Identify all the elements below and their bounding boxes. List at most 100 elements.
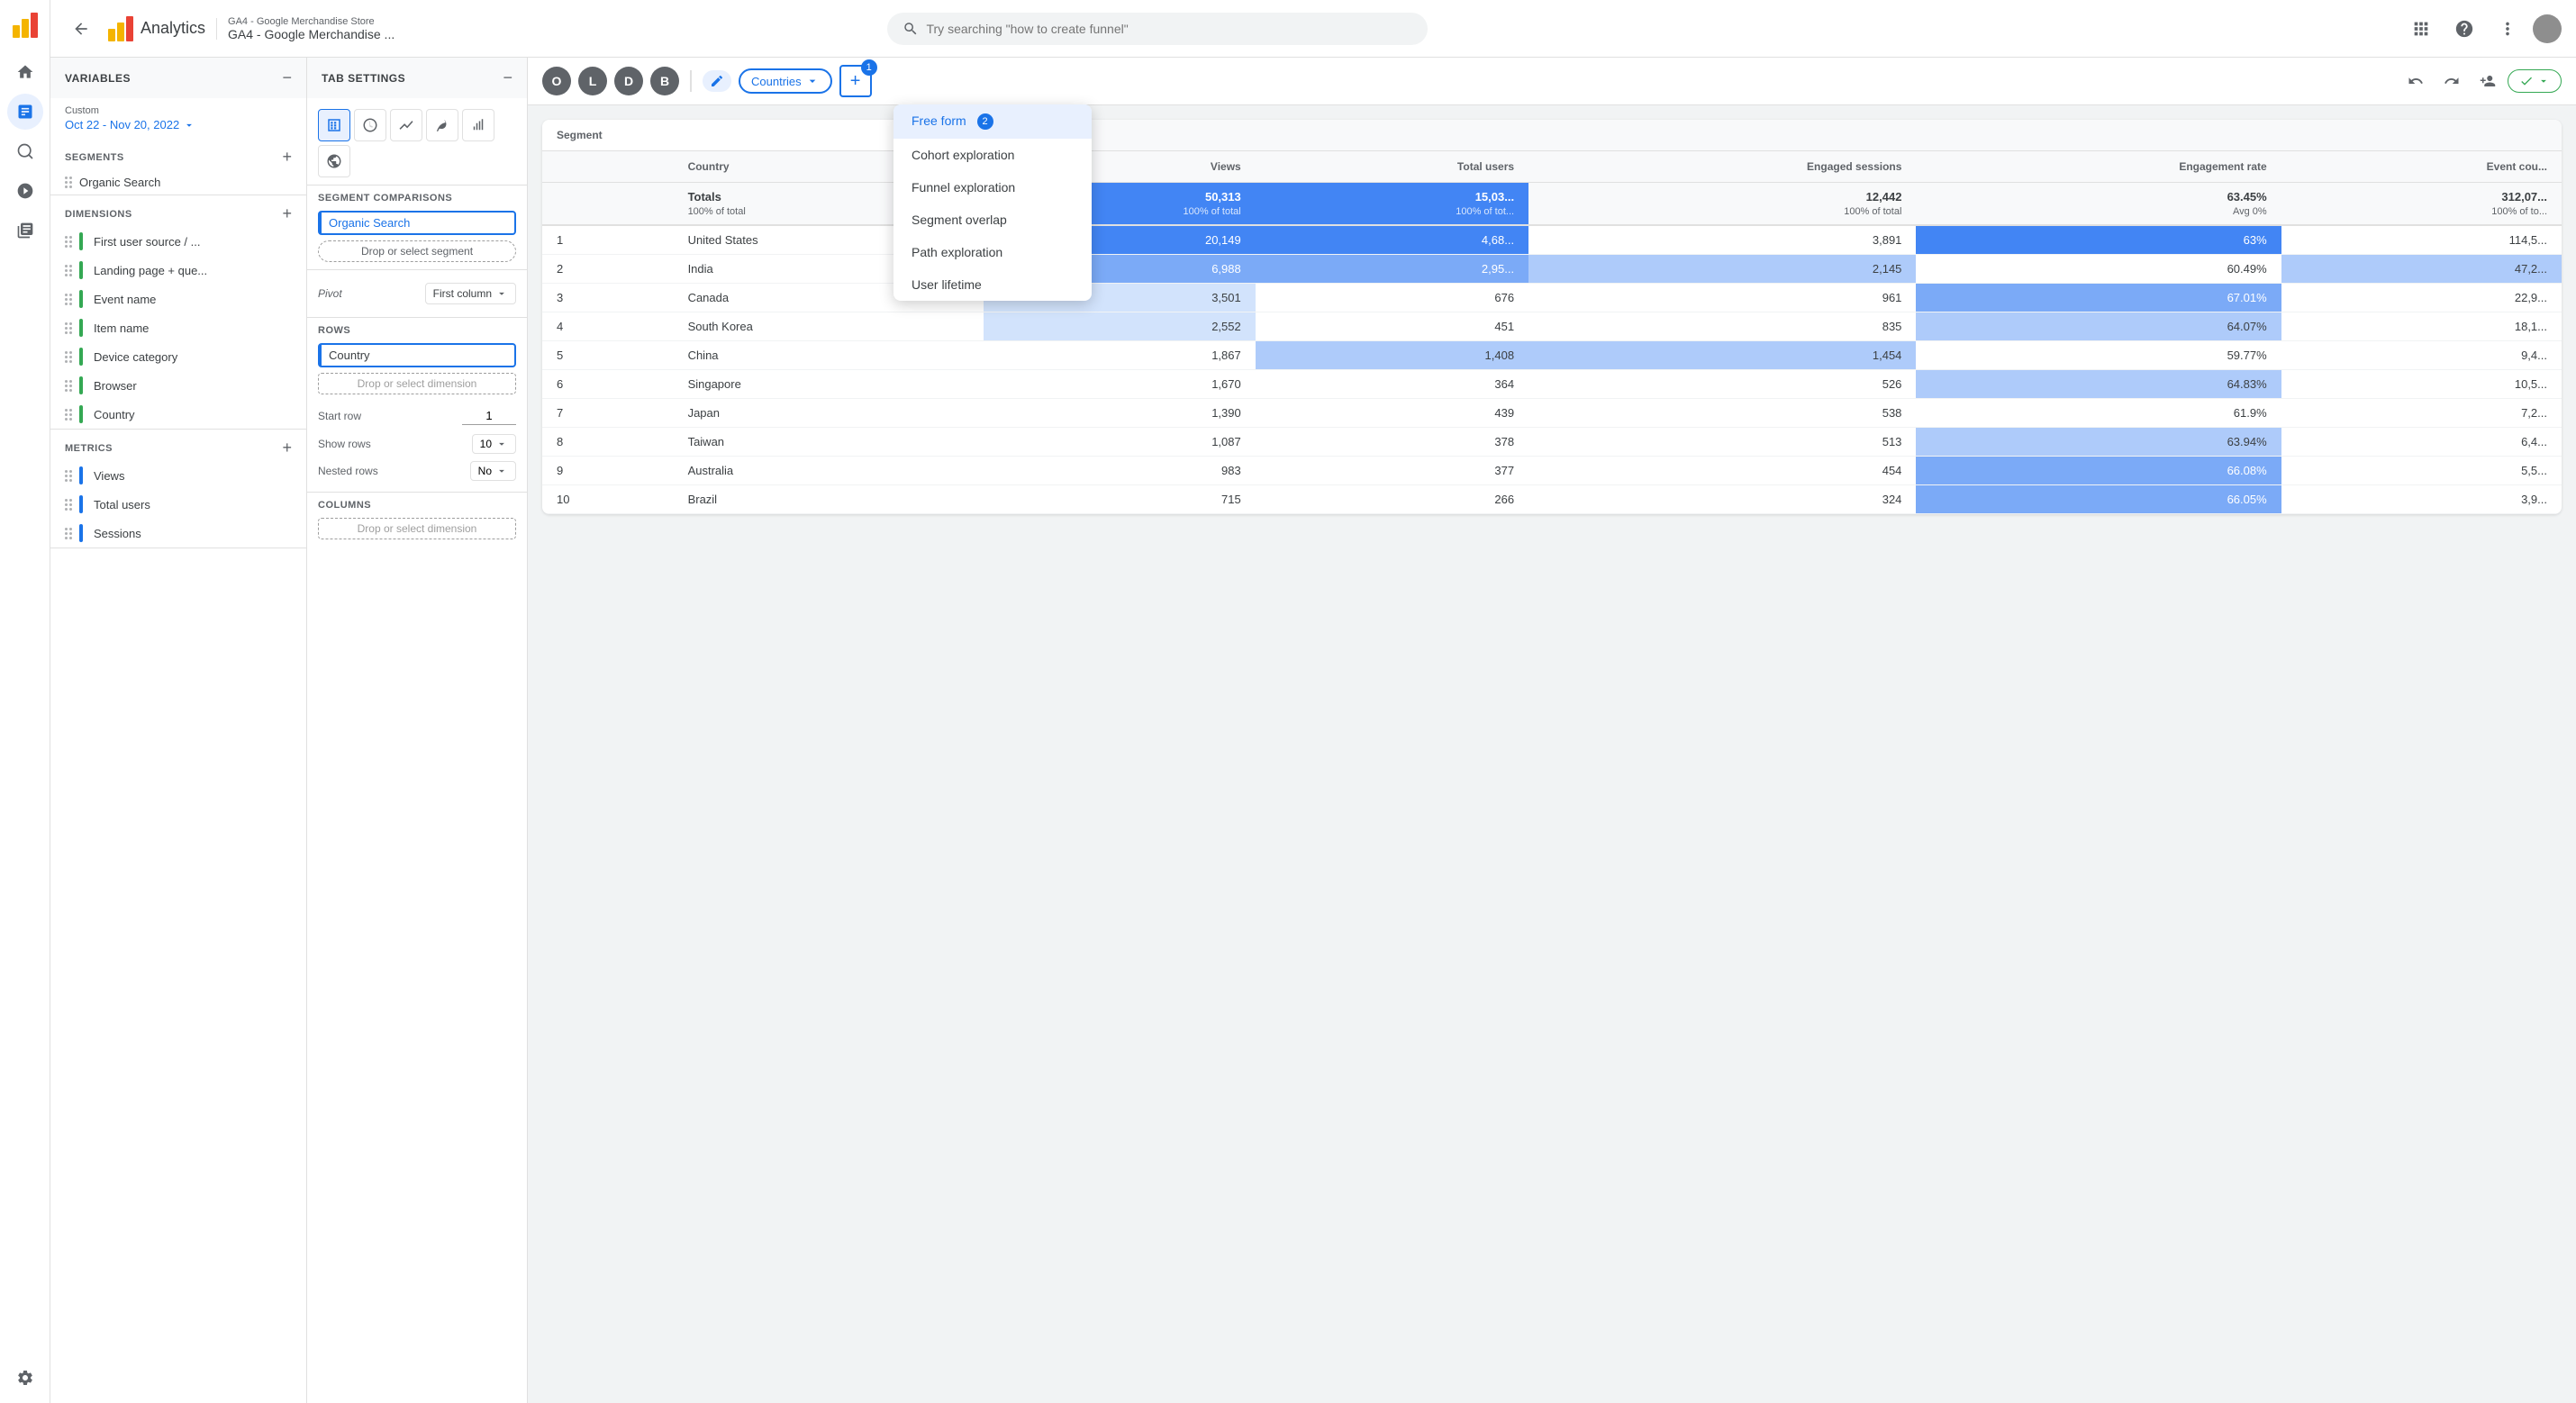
search-box[interactable] (887, 13, 1428, 45)
row-drop-chip[interactable]: Drop or select dimension (318, 373, 516, 394)
pivot-row: Pivot First column (318, 277, 516, 310)
dim-item-country[interactable]: Country (50, 400, 306, 429)
metric-item-views[interactable]: Views (50, 461, 306, 490)
dropdown-cohort-exploration[interactable]: Cohort exploration (893, 139, 1092, 171)
viz-table-icon[interactable] (318, 109, 350, 141)
add-metric-button[interactable]: + (282, 439, 292, 457)
row-events-1: 114,5... (2281, 225, 2562, 255)
toolbar-divider (690, 70, 692, 92)
more-button[interactable] (2490, 11, 2526, 47)
metric-item-sessions[interactable]: Sessions (50, 519, 306, 548)
dim-landing-page-label: Landing page + que... (94, 264, 207, 277)
nav-logo[interactable] (7, 7, 43, 43)
redo-button[interactable] (2435, 65, 2468, 97)
exploration-toolbar: O L D B Countries + 1 (528, 58, 2576, 105)
totals-event-count: 312,07... 100% of to... (2281, 183, 2562, 226)
metrics-label-text: METRICS (65, 443, 113, 454)
row-events-2: 47,2... (2281, 255, 2562, 284)
row-country-6: Singapore (674, 370, 984, 399)
row-chip-country[interactable]: Country (318, 343, 516, 367)
table-row: 1 United States 20,149 4,68... 3,891 63%… (542, 225, 2562, 255)
segment-d-avatar[interactable]: D (614, 67, 643, 95)
dropdown-path-exploration[interactable]: Path exploration (893, 236, 1092, 268)
row-engaged-10: 324 (1528, 485, 1916, 514)
dim-item-browser[interactable]: Browser (50, 371, 306, 400)
dim-item-landing-page[interactable]: Landing page + que... (50, 256, 306, 285)
countries-tab-dropdown[interactable]: Countries (739, 68, 832, 94)
add-segment-button[interactable]: + (282, 148, 292, 167)
start-row-input[interactable] (462, 407, 516, 425)
viz-bar-icon[interactable] (462, 109, 494, 141)
drop-segment-chip[interactable]: Drop or select segment (318, 240, 516, 262)
row-events-7: 7,2... (2281, 399, 2562, 428)
show-rows-select[interactable]: 10 (472, 434, 516, 454)
row-country-7: Japan (674, 399, 984, 428)
undo-button[interactable] (2399, 65, 2432, 97)
row-engrate-7: 61.9% (1916, 399, 2281, 428)
add-dimension-button[interactable]: + (282, 204, 292, 223)
dropdown-segment-overlap[interactable]: Segment overlap (893, 204, 1092, 236)
nav-library[interactable] (7, 213, 43, 249)
help-button[interactable] (2446, 11, 2482, 47)
th-empty (542, 151, 674, 183)
metrics-label: METRICS + (50, 430, 306, 461)
app-logo-area: Analytics (108, 16, 205, 41)
viz-donut-icon[interactable] (354, 109, 386, 141)
metric-item-total-users[interactable]: Total users (50, 490, 306, 519)
variables-close[interactable]: − (282, 68, 292, 87)
row-engrate-2: 60.49% (1916, 255, 2281, 284)
search-area (887, 13, 1428, 45)
user-add-button[interactable] (2472, 65, 2504, 97)
table-segment-row: Segment Organic Search (542, 120, 2562, 151)
nav-explore[interactable] (7, 133, 43, 169)
nav-rail (0, 0, 50, 1403)
segment-b-avatar[interactable]: B (650, 67, 679, 95)
col-drop-chip[interactable]: Drop or select dimension (318, 518, 516, 539)
nav-advertising[interactable] (7, 173, 43, 209)
dim-item-item-name[interactable]: Item name (50, 313, 306, 342)
viz-scatter-icon[interactable] (426, 109, 458, 141)
save-button[interactable] (2508, 69, 2562, 93)
dropdown-user-lifetime[interactable]: User lifetime (893, 268, 1092, 301)
row-num-9: 9 (542, 457, 674, 485)
nested-rows-select[interactable]: No (470, 461, 516, 481)
avatar[interactable] (2533, 14, 2562, 43)
segment-o-avatar[interactable]: O (542, 67, 571, 95)
top-header: Analytics GA4 - Google Merchandise Store… (50, 0, 2576, 58)
save-chevron-icon (2537, 75, 2550, 87)
segment-organic-label: Organic Search (79, 176, 160, 189)
dim-item-name-label: Item name (94, 321, 149, 335)
row-engrate-5: 59.77% (1916, 341, 2281, 370)
dim-item-event-name[interactable]: Event name (50, 285, 306, 313)
segment-chip-organic[interactable]: Organic Search (318, 211, 516, 235)
add-tab-button[interactable]: + 1 (839, 65, 872, 97)
segment-l-avatar[interactable]: L (578, 67, 607, 95)
dim-item-device-category[interactable]: Device category (50, 342, 306, 371)
content-area: Variables − Custom Oct 22 - Nov 20, 2022… (50, 58, 2576, 1403)
row-country-10: Brazil (674, 485, 984, 514)
dim-item-first-user-source[interactable]: First user source / ... (50, 227, 306, 256)
row-views-10: 715 (984, 485, 1255, 514)
viz-globe-icon[interactable] (318, 145, 350, 177)
back-button[interactable] (65, 13, 97, 45)
apps-button[interactable] (2403, 11, 2439, 47)
pivot-chevron-icon (495, 287, 508, 300)
add-tab-badge: 1 (861, 59, 877, 76)
viz-line-icon[interactable] (390, 109, 422, 141)
show-rows-label: Show rows (318, 438, 371, 450)
search-input[interactable] (926, 22, 1412, 36)
dropdown-funnel-exploration[interactable]: Funnel exploration (893, 171, 1092, 204)
chevron-down-icon (183, 119, 195, 131)
dim-country-label: Country (94, 408, 135, 421)
dropdown-free-form[interactable]: Free form 2 (893, 104, 1092, 139)
pivot-select[interactable]: First column (425, 283, 516, 304)
row-users-9: 377 (1256, 457, 1528, 485)
nav-home[interactable] (7, 54, 43, 90)
row-views-8: 1,087 (984, 428, 1255, 457)
row-engaged-8: 513 (1528, 428, 1916, 457)
nav-reports[interactable] (7, 94, 43, 130)
nav-settings[interactable] (7, 1360, 43, 1396)
date-range-button[interactable]: Oct 22 - Nov 20, 2022 (65, 118, 292, 131)
segment-item-organic[interactable]: Organic Search (50, 170, 306, 195)
tab-settings-close[interactable]: − (503, 68, 512, 87)
